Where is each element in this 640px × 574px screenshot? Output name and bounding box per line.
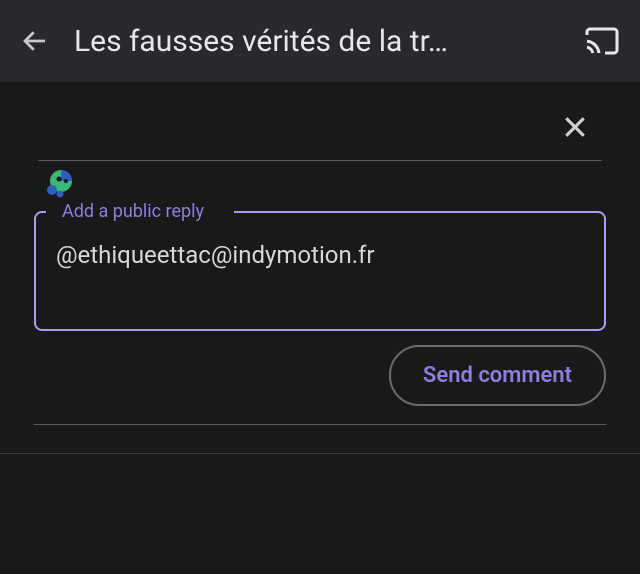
send-comment-button[interactable]: Send comment: [389, 345, 606, 406]
divider: [34, 424, 606, 425]
avatar: [46, 169, 76, 199]
app-header: Les fausses vérités de la tr…: [0, 0, 640, 82]
footer-divider: [0, 453, 640, 454]
reply-label: Add a public reply: [54, 201, 212, 222]
cast-icon[interactable]: [584, 23, 620, 59]
reply-input-container: Add a public reply @ethiqueettac@indymot…: [34, 211, 606, 331]
reply-textarea[interactable]: @ethiqueettac@indymotion.fr: [56, 241, 584, 269]
back-arrow-icon[interactable]: [20, 26, 50, 56]
close-icon[interactable]: [560, 112, 590, 142]
page-title: Les fausses vérités de la tr…: [74, 24, 568, 59]
dialog-content: Add a public reply @ethiqueettac@indymot…: [0, 82, 640, 454]
